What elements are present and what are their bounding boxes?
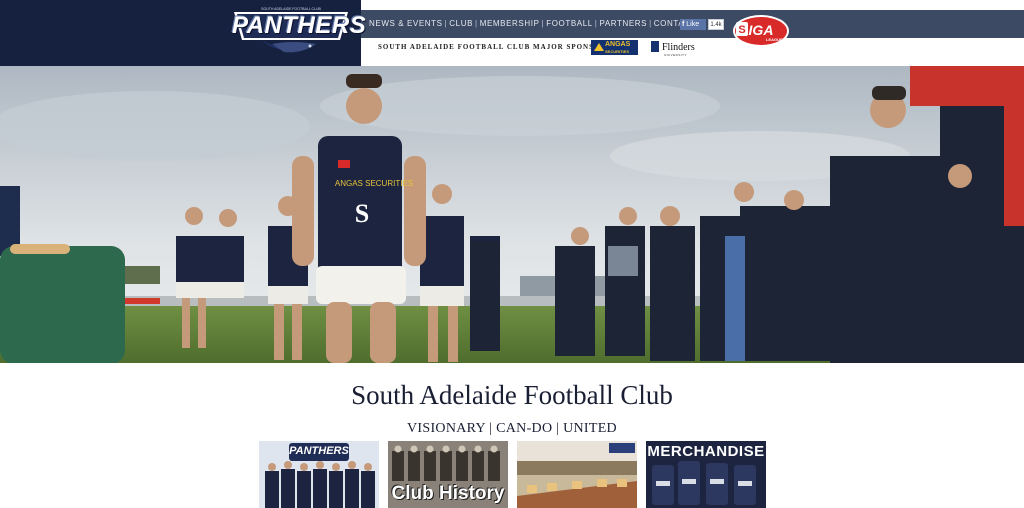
like-label: Like bbox=[686, 21, 700, 28]
svg-text:SOUTH ADELAIDE FOOTBALL CLUB: SOUTH ADELAIDE FOOTBALL CLUB bbox=[261, 7, 321, 11]
tile-function-room[interactable] bbox=[517, 441, 637, 508]
tile-label: Club History bbox=[391, 483, 505, 504]
like-count: 1.4k bbox=[708, 19, 724, 30]
logo-wordmark: PANTHERS bbox=[232, 12, 367, 39]
angas-securities-logo[interactable]: ANGAS SECURITIES bbox=[591, 40, 638, 55]
facebook-like-button[interactable]: f Like bbox=[680, 19, 706, 30]
flinders-university-logo[interactable]: Flinders bbox=[662, 42, 695, 53]
angas-triangle-icon bbox=[594, 43, 604, 51]
tile-label: PANTHERS bbox=[289, 445, 349, 457]
iga-league-logo[interactable]: S IGA LEAGUE bbox=[732, 14, 790, 48]
tile-merchandise[interactable]: MERCHANDISE bbox=[646, 441, 766, 508]
hero-banner-image: ANGAS SECURITIES S bbox=[0, 66, 1024, 363]
nav-football[interactable]: FOOTBALL bbox=[546, 19, 593, 28]
iga-subtext: LEAGUE bbox=[766, 37, 783, 42]
angas-name: ANGAS bbox=[605, 41, 631, 48]
main-nav: NEWS & EVENTS | CLUB | MEMBERSHIP | FOOTBALL | P… bbox=[369, 19, 696, 28]
club-tagline: VISIONARY | CAN-DO | UNITED bbox=[407, 421, 617, 436]
tile-label: MERCHANDISE bbox=[647, 443, 765, 460]
nav-membership[interactable]: MEMBERSHIP bbox=[480, 19, 540, 28]
nav-partners[interactable]: PARTNERS bbox=[599, 19, 647, 28]
flinders-crest-icon bbox=[651, 41, 659, 52]
page-title: South Adelaide Football Club bbox=[351, 380, 673, 410]
tile-club-history[interactable]: Club History bbox=[388, 441, 508, 508]
nav-news-events[interactable]: NEWS & EVENTS bbox=[369, 19, 443, 28]
svg-text:S: S bbox=[355, 199, 369, 228]
major-sponsors-label: SOUTH ADELAIDE FOOTBALL CLUB MAJOR SPONS… bbox=[378, 43, 612, 51]
nav-separator: | bbox=[649, 19, 652, 28]
angas-sub: SECURITIES bbox=[605, 49, 630, 54]
nav-club[interactable]: CLUB bbox=[449, 19, 473, 28]
panthers-logo[interactable]: SOUTH ADELAIDE FOOTBALL CLUB PANTHERS bbox=[232, 6, 367, 56]
jersey-sponsor-text: ANGAS SECURITIES bbox=[335, 179, 413, 188]
flinders-sub: UNIVERSITY bbox=[664, 53, 688, 57]
iga-wordmark: IGA bbox=[748, 22, 774, 38]
nav-separator: | bbox=[475, 19, 478, 28]
function-room-image bbox=[517, 441, 637, 508]
tile-panthers[interactable]: PANTHERS bbox=[259, 441, 379, 508]
